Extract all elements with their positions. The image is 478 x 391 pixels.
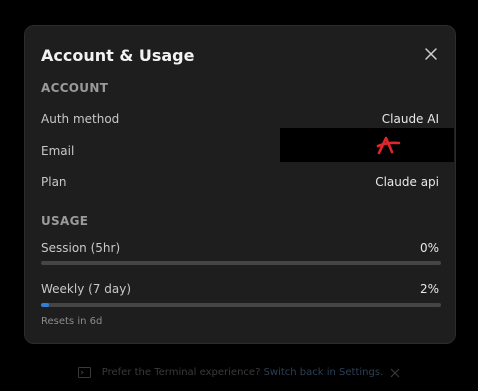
session-progress-bar: [41, 261, 441, 265]
auth-method-label: Auth method: [41, 112, 120, 126]
plan-value: Claude api: [375, 175, 439, 189]
auth-method-value: Claude AI: [381, 112, 439, 126]
dialog-title: Account & Usage: [41, 46, 195, 65]
close-icon: [425, 48, 437, 60]
email-label: Email: [41, 144, 75, 158]
terminal-icon: [77, 367, 91, 378]
weekly-progress-bar: [41, 303, 441, 307]
terminal-switch-banner: Prefer the Terminal experience? Switch b…: [0, 367, 478, 379]
email-redaction-block: [280, 128, 454, 162]
terminal-prompt-text: Prefer the Terminal experience?: [101, 367, 261, 378]
weekly-usage-percent: 2%: [419, 282, 439, 296]
account-section-label: ACCOUNT: [41, 81, 109, 95]
close-icon[interactable]: [390, 368, 400, 378]
weekly-progress-fill: [41, 303, 49, 307]
redaction-scribble-icon: [376, 136, 401, 155]
weekly-usage-label: Weekly (7 day): [41, 282, 132, 296]
usage-section-label: USAGE: [41, 214, 89, 228]
plan-label: Plan: [41, 175, 67, 189]
session-usage-percent: 0%: [419, 241, 439, 255]
account-usage-dialog: Account & Usage ACCOUNT Auth method Clau…: [24, 25, 456, 344]
switch-back-settings-link[interactable]: Switch back in Settings.: [264, 367, 384, 378]
close-button[interactable]: [423, 46, 439, 62]
session-usage-label: Session (5hr): [41, 241, 121, 255]
resets-text: Resets in 6d: [41, 316, 103, 327]
